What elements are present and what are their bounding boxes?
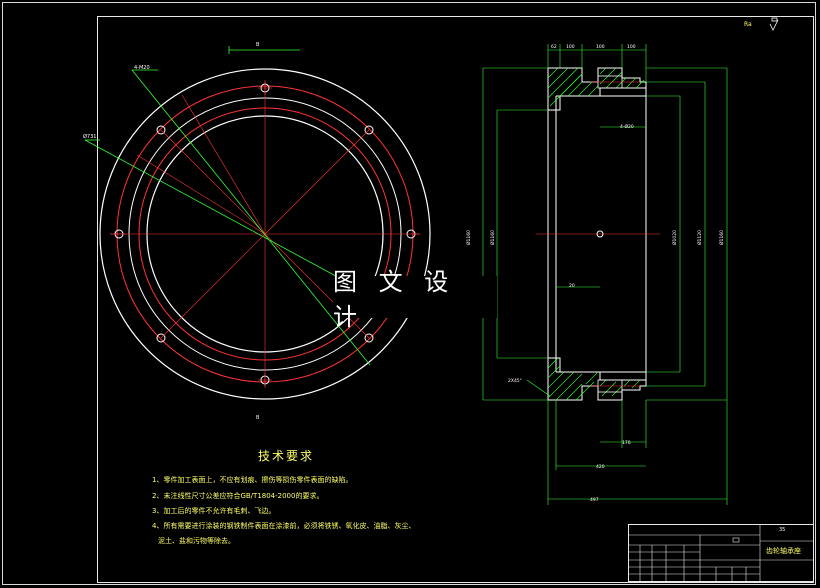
section-mark-bottom: B [256, 415, 260, 421]
side-center-lines [536, 81, 660, 387]
dim-chamfer: 2X45° [508, 378, 522, 384]
dim-bottom-1: 170 [622, 440, 631, 446]
dim-top-1: 62 [551, 44, 557, 50]
dim-top-2: 100 [566, 44, 575, 50]
dim-top-3: 100 [596, 44, 605, 50]
dim-inner: 20 [569, 283, 575, 289]
dim-right-3: Ø1160 [718, 230, 725, 245]
dim-right-2: Ø1120 [696, 230, 703, 245]
dimension-texts: 62 100 100 100 4-Ø20 Ø1160 Ø1160 Ø1020 Ø… [465, 44, 725, 503]
pcd-label: Ø731 [83, 133, 96, 140]
dim-left-1: Ø1160 [465, 230, 472, 245]
center-lines [110, 80, 420, 388]
tech-requirement-4: 4、所有需要进行涂装的钢铁制件表面在涂漆前，必须将铁锈、氧化皮、油脂、灰尘、 [152, 522, 416, 530]
dim-bottom-2: 420 [596, 464, 605, 470]
bolt-spec-label: 4-M20 [134, 65, 150, 71]
surface-finish-symbol [769, 17, 779, 31]
tech-requirement-1: 1、零件加工表面上，不应有划痕、擦伤等损伤零件表面的缺陷。 [152, 476, 353, 484]
hatch-bottom [547, 357, 641, 401]
dim-top-4: 100 [627, 44, 636, 50]
title-block-part-name: 齿轮轴承座 [766, 547, 801, 555]
drawing-sheet: 4-M20 Ø731 B B 62 100 100 100 4-Ø20 Ø116… [0, 0, 820, 588]
hatch-top [547, 67, 645, 107]
dimension-lines [482, 44, 728, 505]
hole-callout: 4-Ø20 [620, 123, 634, 130]
dim-left-2: Ø1160 [489, 230, 496, 245]
dim-bottom-3: 497 [590, 497, 599, 503]
watermark: 图 文 设 计 [333, 268, 497, 331]
tech-requirement-2: 2、未注线性尺寸公差应符合GB/T1804-2000的要求。 [152, 492, 324, 500]
tech-requirement-3: 3、加工后的零件不允许有毛刺、飞边。 [152, 507, 276, 515]
tech-requirement-4-cont: 泥土、盐和污物等除去。 [158, 537, 235, 545]
title-block-code: 35 [779, 527, 786, 533]
side-view: 62 100 100 100 4-Ø20 Ø1160 Ø1160 Ø1020 Ø… [465, 44, 728, 505]
surface-note: Ra [744, 21, 752, 28]
dim-right-1: Ø1020 [671, 230, 678, 245]
section-mark: B [256, 42, 260, 48]
tech-requirements-title: 技术要求 [258, 449, 315, 463]
front-view: 4-M20 Ø731 B B [83, 42, 431, 421]
